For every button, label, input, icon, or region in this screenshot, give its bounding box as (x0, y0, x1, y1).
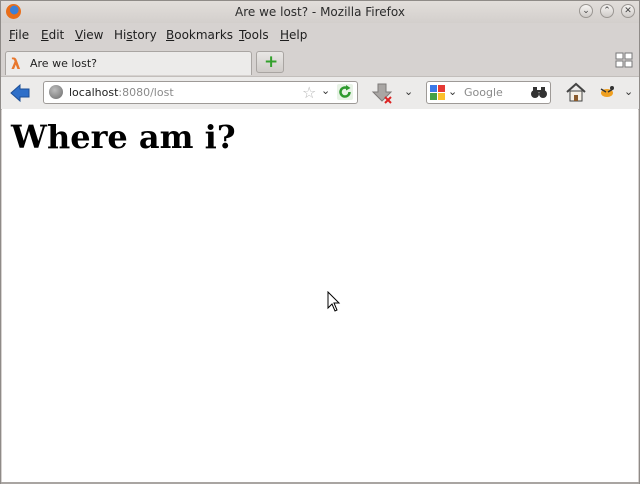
navigation-toolbar: localhost:8080/lost ☆ ⌄ ⌄ ⌄ Google ⌄ (1, 76, 639, 110)
menu-help[interactable]: Help (280, 28, 307, 42)
url-bar[interactable]: localhost:8080/lost ☆ ⌄ (43, 81, 358, 104)
menu-view[interactable]: View (75, 28, 103, 42)
menu-edit[interactable]: Edit (41, 28, 64, 42)
url-path: :8080/lost (118, 86, 174, 99)
download-stop-icon[interactable] (371, 82, 395, 104)
tab-list-icon[interactable] (615, 52, 633, 68)
menu-file[interactable]: File (9, 28, 29, 42)
url-text[interactable]: localhost:8080/lost (69, 86, 174, 99)
tab-label: Are we lost? (30, 57, 97, 70)
search-engine-dropdown-icon[interactable]: ⌄ (448, 85, 457, 98)
bookmark-star-icon[interactable]: ☆ (302, 83, 316, 102)
download-dropdown-icon[interactable]: ⌄ (404, 85, 413, 98)
lambda-icon: λ (11, 55, 21, 73)
minimize-icon[interactable]: ⌄ (579, 4, 593, 18)
title-bar[interactable]: Are we lost? - Mozilla Firefox ⌄ ⌃ ✕ (1, 1, 639, 23)
page-content: Where am i? (2, 109, 638, 482)
window-title: Are we lost? - Mozilla Firefox (235, 5, 405, 19)
menu-bookmarks[interactable]: Bookmarks (166, 28, 233, 42)
tab-bar: λ Are we lost? + (1, 48, 639, 75)
tab-are-we-lost[interactable]: λ Are we lost? (5, 51, 252, 75)
mouse-cursor-icon (327, 291, 341, 312)
search-bar[interactable]: ⌄ Google (426, 81, 551, 104)
maximize-icon[interactable]: ⌃ (600, 4, 614, 18)
reload-icon[interactable] (337, 84, 353, 100)
plus-icon: + (264, 52, 279, 72)
addon-icon[interactable] (597, 83, 617, 101)
chevron-down-icon[interactable]: ⌄ (321, 84, 330, 97)
browser-window: Are we lost? - Mozilla Firefox ⌄ ⌃ ✕ Fil… (0, 0, 640, 484)
binoculars-icon[interactable] (531, 85, 547, 99)
page-heading: Where am i? (11, 118, 236, 156)
close-icon[interactable]: ✕ (621, 4, 635, 18)
menu-tools[interactable]: Tools (239, 28, 269, 42)
back-arrow-icon[interactable] (9, 82, 31, 104)
home-icon[interactable] (565, 82, 587, 102)
menu-history[interactable]: History (114, 28, 157, 42)
addon-dropdown-icon[interactable]: ⌄ (624, 85, 633, 98)
url-host: localhost (69, 86, 119, 99)
new-tab-button[interactable]: + (256, 51, 284, 73)
menu-bar: File Edit View History Bookmarks Tools H… (1, 24, 639, 46)
google-icon[interactable] (430, 85, 445, 100)
globe-icon (49, 85, 63, 99)
search-input[interactable]: Google (464, 86, 503, 99)
